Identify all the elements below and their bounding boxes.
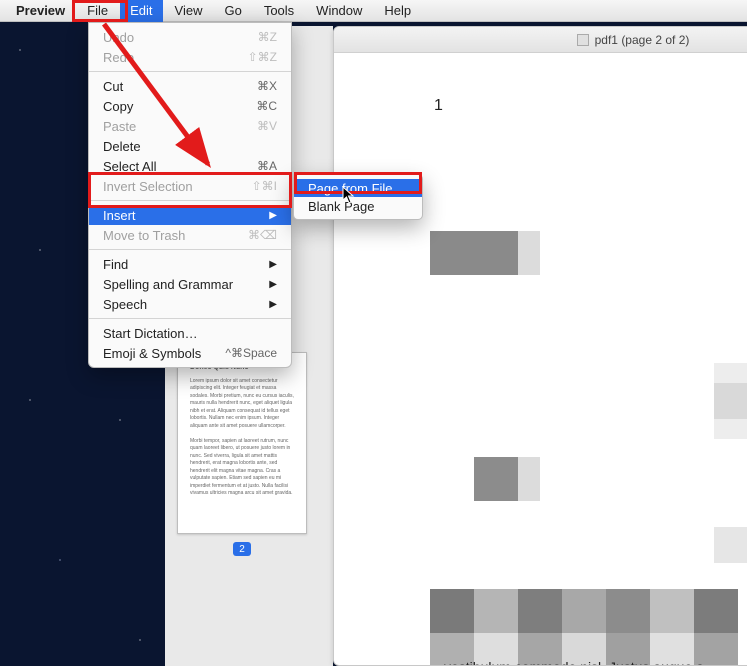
menu-item-find[interactable]: Find▶	[89, 254, 291, 274]
menu-item-start-dictation[interactable]: Start Dictation…	[89, 323, 291, 343]
menu-item-undo[interactable]: Undo⌘Z	[89, 27, 291, 47]
menu-tools[interactable]: Tools	[254, 0, 304, 22]
chevron-right-icon: ▶	[269, 210, 277, 221]
chevron-right-icon: ▶	[269, 259, 277, 270]
page-number: 1	[434, 97, 443, 115]
menu-item-move-to-trash[interactable]: Move to Trash⌘⌫	[89, 225, 291, 245]
page-badge: 2	[233, 542, 251, 556]
menu-item-delete[interactable]: Delete	[89, 136, 291, 156]
menu-item-invert-selection[interactable]: Invert Selection⇧⌘I	[89, 176, 291, 196]
menu-file[interactable]: File	[77, 0, 118, 22]
menu-help[interactable]: Help	[374, 0, 421, 22]
body-text-fragment: vestibulum commodo nisl. Justus augue a	[444, 659, 704, 666]
chevron-right-icon: ▶	[269, 299, 277, 310]
document-window: pdf1 (page 2 of 2) 1	[333, 26, 747, 666]
edit-menu: Undo⌘Z Redo⇧⌘Z Cut⌘X Copy⌘C Paste⌘V Dele…	[88, 22, 292, 368]
submenu-item-blank-page[interactable]: Blank Page	[294, 197, 422, 215]
window-titlebar: pdf1 (page 2 of 2)	[334, 27, 747, 53]
insert-submenu: Page from File… Blank Page	[293, 174, 423, 220]
window-title: pdf1 (page 2 of 2)	[595, 33, 690, 47]
menu-bar: Preview File Edit View Go Tools Window H…	[0, 0, 747, 22]
menu-item-paste[interactable]: Paste⌘V	[89, 116, 291, 136]
menu-item-insert[interactable]: Insert▶	[89, 205, 291, 225]
submenu-item-page-from-file[interactable]: Page from File…	[294, 179, 422, 197]
menu-window[interactable]: Window	[306, 0, 372, 22]
menu-view[interactable]: View	[165, 0, 213, 22]
menu-go[interactable]: Go	[214, 0, 251, 22]
menu-item-copy[interactable]: Copy⌘C	[89, 96, 291, 116]
document-icon	[577, 34, 589, 46]
menu-item-spelling-grammar[interactable]: Spelling and Grammar▶	[89, 274, 291, 294]
chevron-right-icon: ▶	[269, 279, 277, 290]
menu-app-name: Preview	[6, 0, 75, 22]
menu-item-speech[interactable]: Speech▶	[89, 294, 291, 314]
menu-edit[interactable]: Edit	[120, 0, 162, 22]
menu-item-emoji-symbols[interactable]: Emoji & Symbols^⌘Space	[89, 343, 291, 363]
menu-item-select-all[interactable]: Select All⌘A	[89, 156, 291, 176]
menu-item-redo[interactable]: Redo⇧⌘Z	[89, 47, 291, 67]
page-thumbnail[interactable]: Donec Quis Nunc Lorem ipsum dolor sit am…	[177, 352, 307, 534]
menu-item-cut[interactable]: Cut⌘X	[89, 76, 291, 96]
